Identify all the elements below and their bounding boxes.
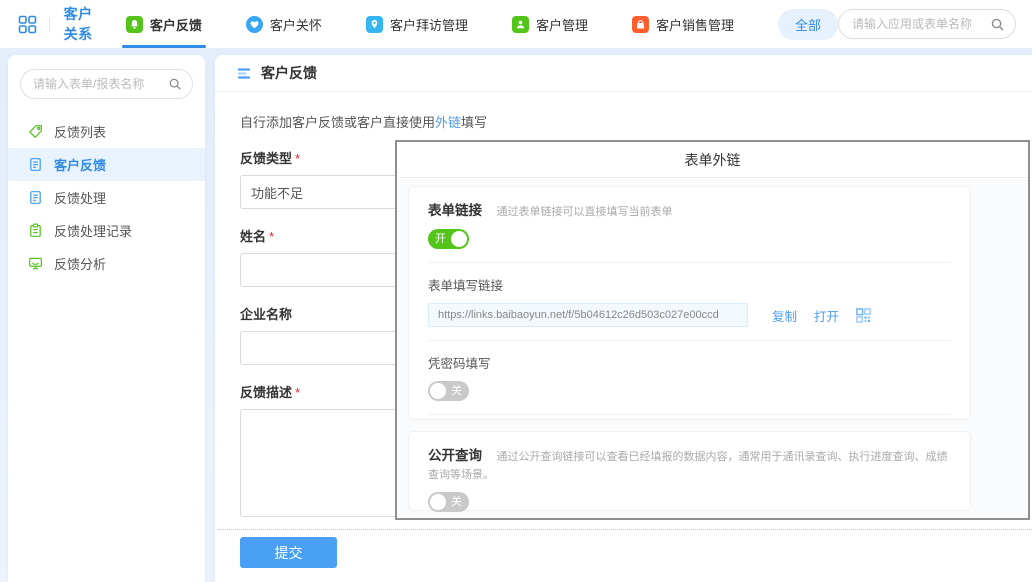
form-intro-text: 自行添加客户反馈或客户直接使用外链填写 (240, 112, 1032, 131)
visit-pin-icon (366, 16, 383, 33)
sidebar-item-label: 反馈处理 (54, 188, 106, 207)
external-link[interactable]: 外链 (435, 115, 461, 130)
submit-button[interactable]: 提交 (240, 537, 337, 568)
form-link-toggle[interactable]: 开 (428, 229, 469, 249)
sidebar-item-feedback-analysis[interactable]: 反馈分析 (8, 247, 205, 280)
clipboard-icon (28, 223, 43, 238)
tab-customer-care[interactable]: 客户关怀 (246, 0, 322, 48)
label-text: 反馈描述 (240, 385, 292, 400)
sidebar-item-label: 反馈处理记录 (54, 221, 132, 240)
tab-customer-management[interactable]: 客户管理 (512, 0, 588, 48)
document-icon (28, 157, 43, 172)
top-navigation: 客户关系 客户反馈 客户关怀 客户拜访管理 客户管理 (0, 0, 1032, 48)
label-text: 反馈类型 (240, 151, 292, 166)
open-link-button[interactable]: 打开 (814, 306, 839, 325)
public-query-section: 公开查询 通过公开查询链接可以查看已经填报的数据内容，通常用于通讯录查询、执行进… (428, 432, 951, 525)
footer-divider (218, 529, 1032, 530)
form-link-card: 表单链接 通过表单链接可以直接填写当前表单 开 表单填写链接 复制 打开 (408, 186, 971, 420)
public-query-hint: 通过公开查询链接可以查看已经填报的数据内容，通常用于通讯录查询、执行进度查询、成… (428, 451, 947, 481)
search-icon[interactable] (990, 17, 1005, 32)
form-search-input[interactable] (33, 77, 168, 91)
sales-bag-icon (632, 16, 649, 33)
sidebar-menu: 反馈列表 客户反馈 反馈处理 反馈处理记录 反馈分析 (8, 115, 205, 280)
password-section: 凭密码填写 关 (428, 341, 951, 415)
modal-title: 表单外链 (397, 142, 1028, 178)
active-tab-underline (122, 45, 206, 48)
public-query-toggle[interactable]: 关 (428, 492, 469, 512)
toggle-state-label: 关 (451, 381, 462, 401)
sidebar-item-feedback-handling[interactable]: 反馈处理 (8, 181, 205, 214)
tab-label: 客户销售管理 (656, 15, 734, 34)
toggle-state-label: 关 (451, 492, 462, 512)
apps-grid-icon[interactable] (18, 15, 37, 34)
toggle-knob (430, 383, 446, 399)
modal-body: 表单链接 通过表单链接可以直接填写当前表单 开 表单填写链接 复制 打开 (397, 179, 1028, 518)
customer-person-icon (512, 16, 529, 33)
password-toggle[interactable]: 关 (428, 381, 469, 401)
public-query-label: 公开查询 (428, 448, 482, 463)
required-asterisk: * (269, 229, 274, 244)
tab-label: 客户拜访管理 (390, 15, 468, 34)
care-heart-icon (246, 16, 263, 33)
page-header: 客户反馈 (215, 55, 1032, 92)
feedback-bell-icon (126, 16, 143, 33)
app-search-input[interactable] (852, 17, 990, 31)
fill-link-section: 表单填写链接 复制 打开 (428, 263, 951, 341)
form-external-link-modal: 表单外链 表单链接 通过表单链接可以直接填写当前表单 开 表单填写链接 复制 打… (395, 140, 1030, 520)
search-icon[interactable] (168, 77, 182, 91)
toggle-state-label: 开 (435, 229, 446, 249)
sidebar-item-handling-records[interactable]: 反馈处理记录 (8, 214, 205, 247)
presentation-chart-icon (28, 256, 43, 271)
tab-label: 客户管理 (536, 15, 588, 34)
label-text: 企业名称 (240, 307, 292, 322)
toggle-knob (430, 494, 446, 510)
tab-label: 客户反馈 (150, 15, 202, 34)
form-search-box (20, 69, 193, 99)
tag-icon (28, 124, 43, 139)
public-query-card: 公开查询 通过公开查询链接可以查看已经填报的数据内容，通常用于通讯录查询、执行进… (408, 431, 971, 511)
sidebar: 反馈列表 客户反馈 反馈处理 反馈处理记录 反馈分析 (8, 55, 205, 582)
tab-sales-management[interactable]: 客户销售管理 (632, 0, 734, 48)
sidebar-item-feedback-list[interactable]: 反馈列表 (8, 115, 205, 148)
qrcode-icon[interactable] (856, 308, 871, 323)
form-list-icon (237, 66, 252, 81)
toggle-knob (451, 231, 467, 247)
app-search-box (838, 9, 1016, 39)
label-text: 姓名 (240, 229, 266, 244)
form-url-input[interactable] (428, 303, 748, 327)
nav-home-label[interactable]: 客户关系 (64, 4, 98, 44)
tab-label: 客户关怀 (270, 15, 322, 34)
page-title: 客户反馈 (261, 63, 317, 83)
tab-customer-feedback[interactable]: 客户反馈 (126, 0, 202, 48)
required-asterisk: * (295, 151, 300, 166)
app-tabs: 客户反馈 客户关怀 客户拜访管理 客户管理 客户销售管理 (126, 0, 778, 48)
sidebar-item-label: 客户反馈 (54, 155, 106, 174)
all-apps-button[interactable]: 全部 (778, 9, 838, 40)
password-label: 凭密码填写 (428, 353, 951, 372)
nav-divider (49, 17, 50, 32)
form-link-section: 表单链接 通过表单链接可以直接填写当前表单 开 (428, 187, 951, 263)
sidebar-item-label: 反馈分析 (54, 254, 106, 273)
intro-prefix: 自行添加客户反馈或客户直接使用 (240, 115, 435, 130)
tab-visit-management[interactable]: 客户拜访管理 (366, 0, 468, 48)
required-asterisk: * (295, 385, 300, 400)
form-link-label: 表单链接 (428, 203, 482, 218)
copy-link-button[interactable]: 复制 (772, 306, 797, 325)
intro-suffix: 填写 (461, 115, 487, 130)
form-link-hint: 通过表单链接可以直接填写当前表单 (496, 206, 672, 218)
fill-link-label: 表单填写链接 (428, 275, 951, 294)
document-icon (28, 190, 43, 205)
fill-link-row: 复制 打开 (428, 303, 951, 327)
sidebar-item-customer-feedback[interactable]: 客户反馈 (8, 148, 205, 181)
sidebar-item-label: 反馈列表 (54, 122, 106, 141)
